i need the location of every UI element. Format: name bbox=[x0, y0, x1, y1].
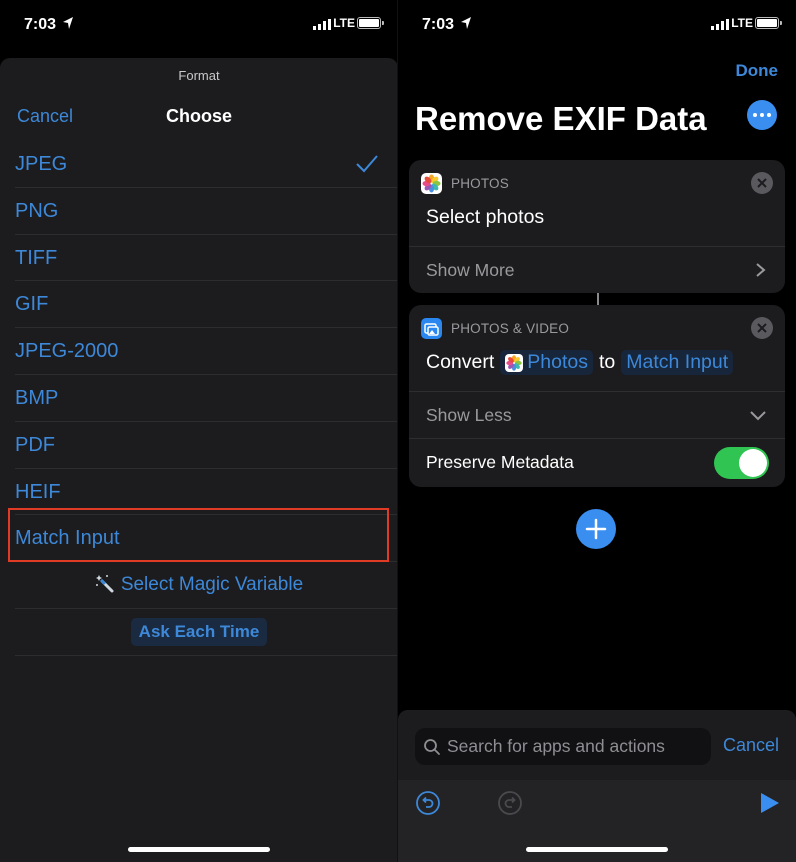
action-category: PHOTOS bbox=[451, 175, 509, 191]
option-heif[interactable]: HEIF bbox=[0, 469, 398, 516]
location-arrow-icon bbox=[461, 17, 471, 29]
show-more-label: Show More bbox=[426, 260, 515, 280]
action-connector bbox=[597, 293, 599, 305]
remove-action-button[interactable] bbox=[751, 317, 773, 339]
close-icon bbox=[757, 323, 767, 333]
ellipsis-icon bbox=[753, 113, 757, 117]
photos-video-icon bbox=[421, 317, 442, 339]
photos-app-icon bbox=[421, 172, 442, 194]
show-less-button[interactable]: Show Less bbox=[409, 392, 785, 438]
more-options-button[interactable] bbox=[747, 100, 777, 130]
shortcut-title: Remove EXIF Data bbox=[415, 100, 707, 137]
remove-action-button[interactable] bbox=[751, 172, 773, 194]
done-button[interactable]: Done bbox=[736, 61, 779, 81]
option-png[interactable]: PNG bbox=[0, 188, 398, 235]
option-label: GIF bbox=[15, 293, 49, 316]
play-icon[interactable] bbox=[756, 790, 782, 816]
search-input[interactable] bbox=[447, 736, 707, 757]
format-token-label: Match Input bbox=[626, 351, 729, 373]
option-label: HEIF bbox=[15, 480, 61, 503]
battery-icon bbox=[755, 17, 782, 29]
sheet-subtitle: Format bbox=[178, 68, 220, 83]
shortcut-editor-screen: 7:03 LTE Done Remove EXIF Data PHOTOS Se… bbox=[398, 0, 796, 862]
option-gif[interactable]: GIF bbox=[0, 281, 398, 328]
show-less-label: Show Less bbox=[426, 405, 512, 425]
carrier-label: LTE bbox=[731, 16, 753, 30]
carrier-label: LTE bbox=[333, 16, 355, 30]
format-options-list: JPEG PNG TIFF GIF JPEG-2000 BMP PDF HEIF… bbox=[0, 141, 398, 656]
close-icon bbox=[757, 178, 767, 188]
cellular-signal-icon bbox=[313, 19, 331, 30]
cancel-button[interactable]: Cancel bbox=[17, 106, 73, 127]
photos-app-icon bbox=[505, 353, 524, 372]
preserve-metadata-toggle[interactable] bbox=[714, 447, 769, 479]
status-bar: 7:03 LTE bbox=[0, 0, 398, 50]
action-card-convert-image: PHOTOS & VIDEO Convert Photos to Match I… bbox=[409, 305, 785, 487]
checkmark-icon bbox=[356, 155, 378, 173]
format-sheet: Format Cancel Choose JPEG PNG TIFF GIF J… bbox=[0, 58, 398, 862]
chevron-right-icon bbox=[756, 263, 766, 277]
status-time: 7:03 bbox=[24, 16, 57, 33]
preserve-metadata-row: Preserve Metadata bbox=[409, 439, 785, 485]
option-label: JPEG bbox=[15, 153, 68, 175]
action-title: Select photos bbox=[426, 206, 545, 228]
status-time: 7:03 bbox=[422, 16, 455, 33]
ellipsis-icon bbox=[767, 113, 771, 117]
chevron-down-icon bbox=[750, 411, 766, 421]
home-indicator bbox=[526, 847, 668, 852]
battery-icon bbox=[357, 17, 384, 29]
show-more-button[interactable]: Show More bbox=[409, 247, 785, 293]
action-card-select-photos: PHOTOS Select photos Show More bbox=[409, 160, 785, 293]
option-bmp[interactable]: BMP bbox=[0, 375, 398, 422]
search-cancel-button[interactable]: Cancel bbox=[723, 735, 779, 756]
format-picker-screen: 7:03 LTE Format Cancel Choose JPEG PNG T… bbox=[0, 0, 398, 862]
ellipsis-icon bbox=[760, 113, 764, 117]
status-bar: 7:03 LTE bbox=[398, 0, 796, 50]
option-label: PNG bbox=[15, 199, 59, 222]
plus-icon bbox=[585, 518, 607, 540]
option-jpeg-2000[interactable]: JPEG-2000 bbox=[0, 328, 398, 375]
option-label: JPEG-2000 bbox=[15, 340, 119, 363]
search-bar-area: Cancel bbox=[398, 710, 796, 780]
redo-icon[interactable] bbox=[497, 790, 523, 816]
option-label: TIFF bbox=[15, 246, 58, 269]
preserve-metadata-label: Preserve Metadata bbox=[426, 452, 574, 472]
option-match-input[interactable]: Match Input bbox=[0, 515, 398, 562]
ask-each-time-button[interactable]: Ask Each Time bbox=[130, 618, 268, 647]
action-verb: Convert bbox=[426, 351, 495, 373]
add-action-button[interactable] bbox=[576, 509, 616, 549]
option-jpeg[interactable]: JPEG bbox=[0, 141, 398, 188]
input-variable-token[interactable]: Photos bbox=[500, 350, 593, 375]
magic-variable-label: Select Magic Variable bbox=[120, 574, 304, 596]
magic-wand-icon bbox=[95, 575, 114, 593]
undo-icon[interactable] bbox=[415, 790, 441, 816]
ask-each-time-row: Ask Each Time bbox=[0, 609, 398, 656]
convert-action-sentence: Convert Photos to Match Input bbox=[426, 350, 739, 375]
connector-word: to bbox=[599, 351, 616, 373]
action-search-panel: Cancel bbox=[398, 710, 796, 862]
select-magic-variable-button[interactable]: Select Magic Variable bbox=[0, 562, 398, 609]
cellular-signal-icon bbox=[711, 19, 729, 30]
home-indicator bbox=[128, 847, 270, 852]
option-tiff[interactable]: TIFF bbox=[0, 235, 398, 282]
location-arrow-icon bbox=[63, 17, 73, 29]
option-label: PDF bbox=[15, 433, 55, 456]
format-parameter-token[interactable]: Match Input bbox=[621, 350, 734, 375]
input-token-label: Photos bbox=[527, 351, 588, 373]
option-label: BMP bbox=[15, 386, 59, 409]
search-icon bbox=[424, 738, 440, 755]
option-label: Match Input bbox=[15, 527, 120, 550]
search-field[interactable] bbox=[415, 728, 711, 765]
action-category: PHOTOS & VIDEO bbox=[451, 320, 570, 336]
option-pdf[interactable]: PDF bbox=[0, 422, 398, 469]
